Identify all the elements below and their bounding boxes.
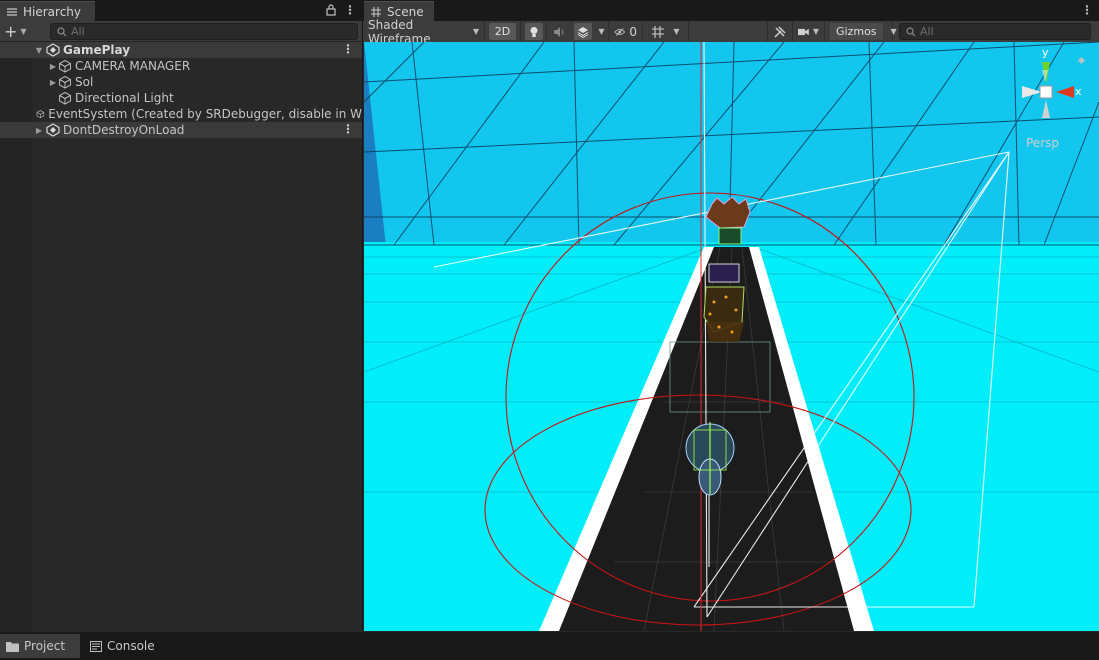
audio-toggle[interactable]	[547, 21, 571, 42]
grid-hash-icon	[371, 6, 381, 17]
fold-closed-icon[interactable]: ▶	[48, 78, 58, 87]
axis-gizmo-icon	[1022, 56, 1086, 118]
wrench-icon	[774, 25, 786, 38]
lightbulb-icon	[524, 23, 543, 40]
gizmos-label: Gizmos	[830, 23, 883, 40]
hierarchy-panel: Hierarchy ⋮ + ▼ All ▼ GamePlay ⋮ ▶ CAMER…	[0, 0, 362, 632]
grid-dropdown[interactable]: ▼	[643, 21, 689, 42]
hierarchy-item-label: CAMERA MANAGER	[75, 59, 191, 73]
fold-closed-icon[interactable]: ▶	[34, 126, 44, 135]
hidden-objects-toggle[interactable]: 0	[609, 21, 643, 42]
draw-mode-dropdown[interactable]: Shaded Wireframe ▼	[363, 18, 485, 46]
fold-open-icon[interactable]: ▼	[34, 46, 44, 55]
effects-dropdown[interactable]: ▼	[571, 21, 609, 42]
chevron-down-icon: ▼	[598, 27, 605, 36]
hierarchy-toolbar: + ▼ All	[0, 21, 362, 42]
fold-closed-icon[interactable]: ▶	[48, 62, 58, 71]
gizmo-y-label: y	[1042, 46, 1049, 59]
lighting-toggle[interactable]	[521, 21, 547, 42]
search-icon	[57, 26, 67, 36]
scene-search-input[interactable]: All	[899, 23, 1091, 40]
tab-console-label: Console	[107, 639, 155, 653]
tab-hierarchy[interactable]: Hierarchy	[0, 1, 95, 21]
scene-row-dontdestroyonload[interactable]: ▶ DontDestroyOnLoad ⋮	[0, 122, 362, 138]
tab-hierarchy-label: Hierarchy	[23, 4, 82, 19]
speaker-icon	[554, 26, 564, 37]
grid-snap-icon	[652, 25, 665, 38]
hierarchy-item-label: Sol	[75, 75, 94, 89]
scene-name: DontDestroyOnLoad	[63, 123, 185, 137]
scene-panel: Scene ⋮ Shaded Wireframe ▼ 2D ▼ 0 ▼ ▼ Gi…	[363, 0, 1099, 632]
scene-tabbar: Scene ⋮	[363, 0, 1099, 21]
gizmos-dropdown[interactable]: Gizmos ▼	[825, 21, 897, 42]
create-button[interactable]: + ▼	[4, 23, 34, 40]
hierarchy-item[interactable]: ▶ Sol	[0, 74, 362, 90]
bottom-tabbar: Project Console	[0, 632, 1099, 660]
tab-console[interactable]: Console	[84, 634, 164, 658]
list-icon	[7, 7, 17, 16]
scene-search-placeholder: All	[920, 25, 934, 38]
hierarchy-search-input[interactable]: All	[50, 23, 358, 40]
panel-menu-icon[interactable]: ⋮	[1081, 3, 1093, 17]
hierarchy-item-label: EventSystem (Created by SRDebugger, disa…	[48, 107, 362, 121]
camera-dropdown[interactable]: ▼	[793, 21, 825, 42]
chevron-down-icon: ▼	[472, 27, 479, 36]
scene-row-gameplay[interactable]: ▼ GamePlay ⋮	[0, 42, 362, 58]
hierarchy-item[interactable]: ▶ CAMERA MANAGER	[0, 58, 362, 74]
projection-label[interactable]: Persp	[1026, 136, 1059, 150]
hierarchy-search-placeholder: All	[71, 25, 85, 38]
tab-scene-label: Scene	[387, 4, 424, 19]
chevron-down-icon: ▼	[812, 27, 819, 36]
gizmo-x-label: x	[1075, 85, 1082, 98]
lock-icon[interactable]	[326, 4, 336, 16]
hierarchy-item[interactable]: EventSystem (Created by SRDebugger, disa…	[0, 106, 362, 122]
camera-icon	[798, 28, 809, 35]
eye-slash-icon	[614, 27, 626, 36]
gameobject-cube-icon	[59, 75, 71, 89]
chevron-down-icon: ▼	[673, 27, 680, 36]
tab-project-label: Project	[24, 639, 66, 653]
plus-icon: +	[4, 21, 18, 41]
hidden-count: 0	[629, 24, 637, 39]
scene-name: GamePlay	[63, 43, 131, 57]
hierarchy-item-label: Directional Light	[75, 91, 174, 105]
toggle-2d-label: 2D	[488, 23, 517, 40]
search-icon	[906, 26, 916, 36]
scene-menu-icon[interactable]: ⋮	[342, 122, 354, 136]
gameobject-cube-icon	[37, 110, 45, 119]
panel-menu-icon[interactable]: ⋮	[344, 3, 356, 17]
toggle-2d-button[interactable]: 2D	[485, 21, 521, 42]
hierarchy-tabbar: Hierarchy ⋮	[0, 0, 362, 21]
scene-toolbar: Shaded Wireframe ▼ 2D ▼ 0 ▼ ▼ Gizmos ▼ A…	[363, 18, 1099, 46]
tools-button[interactable]	[767, 21, 793, 42]
scene-render	[364, 42, 1099, 631]
tab-project[interactable]: Project	[0, 634, 80, 658]
scene-search-wrap: All	[893, 21, 1099, 42]
console-icon	[90, 640, 102, 652]
unity-scene-icon	[46, 43, 60, 57]
unity-scene-icon	[46, 123, 60, 137]
folder-icon	[6, 641, 19, 652]
scene-viewport[interactable]: y x Persp	[364, 42, 1099, 631]
orientation-gizmo[interactable]: y x Persp	[1012, 46, 1092, 150]
hierarchy-item[interactable]: Directional Light	[0, 90, 362, 106]
scene-menu-icon[interactable]: ⋮	[342, 42, 354, 56]
gameobject-cube-icon	[59, 59, 71, 73]
gameobject-cube-icon	[59, 91, 71, 105]
chevron-down-icon: ▼	[20, 26, 27, 36]
effects-layers-icon	[574, 23, 593, 40]
